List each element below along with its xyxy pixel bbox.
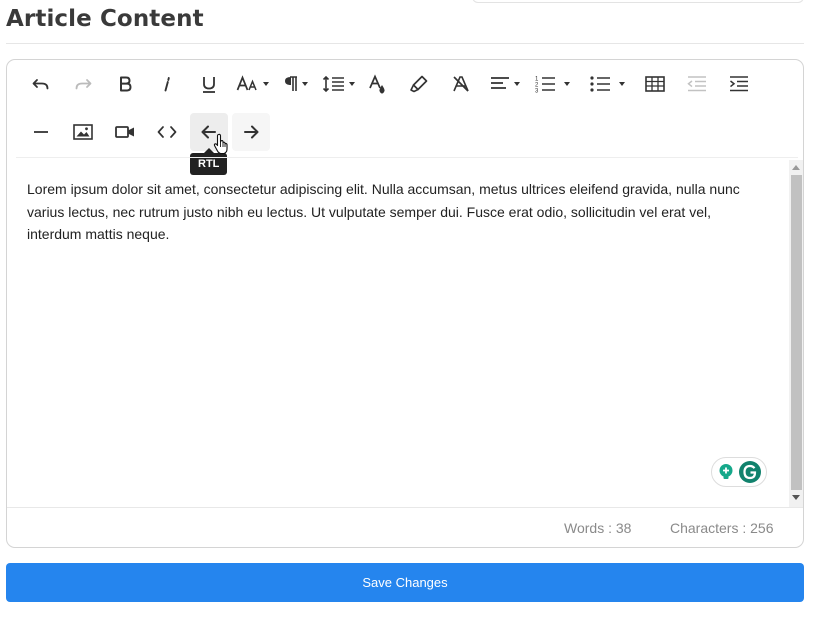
ordered-list-button[interactable]: 123 (528, 65, 576, 103)
chevron-down-icon (301, 82, 308, 86)
grammarly-widget[interactable] (711, 457, 767, 487)
chevron-down-icon (348, 82, 355, 86)
italic-icon (164, 77, 170, 92)
align-left-icon (490, 77, 509, 89)
lightbulb-icon (719, 464, 733, 479)
article-body-text[interactable]: Lorem ipsum dolor sit amet, consectetur … (27, 178, 767, 246)
code-icon (157, 126, 177, 138)
ordered-list-icon: 123 (535, 77, 555, 95)
bold-button[interactable] (106, 65, 144, 103)
insert-table-button[interactable] (636, 65, 674, 103)
font-size-icon (236, 75, 257, 91)
line-height-button[interactable] (318, 65, 358, 103)
editor-scrollbar[interactable] (789, 160, 803, 507)
paragraph-format-button[interactable] (276, 65, 314, 103)
hand-cursor-icon (213, 133, 228, 155)
chevron-down-icon (619, 82, 625, 86)
character-count: Characters : 256 (670, 520, 774, 536)
chevron-down-icon (513, 82, 520, 86)
editor-toolbar: 123 RTL (7, 60, 803, 175)
undo-icon (32, 79, 49, 90)
highlight-button[interactable] (400, 65, 438, 103)
chevron-down-icon (262, 82, 269, 86)
horizontal-line-icon (34, 131, 48, 133)
word-count: Words : 38 (564, 520, 632, 536)
code-view-button[interactable] (148, 113, 186, 151)
divider (6, 43, 804, 44)
unordered-list-button[interactable] (583, 65, 631, 103)
ltr-button[interactable] (232, 113, 270, 151)
chevron-down-icon (564, 82, 570, 86)
insert-image-button[interactable] (64, 113, 102, 151)
font-size-button[interactable] (232, 65, 272, 103)
indent-button[interactable] (720, 65, 758, 103)
clear-formatting-icon (453, 76, 469, 92)
text-color-button[interactable] (358, 65, 396, 103)
image-icon (73, 124, 93, 140)
outdent-button[interactable] (678, 65, 716, 103)
italic-button[interactable] (148, 65, 186, 103)
highlighter-icon (410, 75, 428, 93)
undo-button[interactable] (22, 65, 60, 103)
top-input-field[interactable] (472, 0, 804, 3)
underline-icon (203, 77, 215, 93)
outdent-icon (687, 76, 706, 92)
editor-footer: Words : 38 Characters : 256 (7, 507, 803, 548)
table-icon (645, 76, 665, 92)
indent-icon (730, 76, 748, 92)
arrow-right-icon (244, 125, 259, 139)
horizontal-line-button[interactable] (22, 113, 60, 151)
scroll-down-arrow[interactable] (792, 495, 800, 500)
bold-icon (120, 76, 132, 92)
align-button[interactable] (484, 65, 524, 103)
line-height-icon (322, 75, 344, 93)
scroll-thumb[interactable] (791, 175, 802, 490)
unordered-list-icon (590, 76, 610, 92)
svg-text:3: 3 (535, 89, 539, 95)
rich-text-editor: 123 RTL Lorem ipsum dolor sit amet, cons… (6, 59, 804, 548)
insert-video-button[interactable] (106, 113, 144, 151)
clear-formatting-button[interactable] (442, 65, 480, 103)
underline-button[interactable] (190, 65, 228, 103)
editor-content-area[interactable]: Lorem ipsum dolor sit amet, consectetur … (16, 157, 798, 507)
grammarly-icon (739, 461, 761, 483)
redo-button[interactable] (64, 65, 102, 103)
paragraph-icon (284, 76, 297, 91)
text-color-icon (369, 74, 385, 94)
save-changes-button[interactable]: Save Changes (6, 563, 804, 602)
video-icon (115, 126, 134, 138)
page-title: Article Content (6, 6, 204, 32)
scroll-up-arrow[interactable] (792, 165, 800, 170)
redo-icon (75, 79, 92, 90)
